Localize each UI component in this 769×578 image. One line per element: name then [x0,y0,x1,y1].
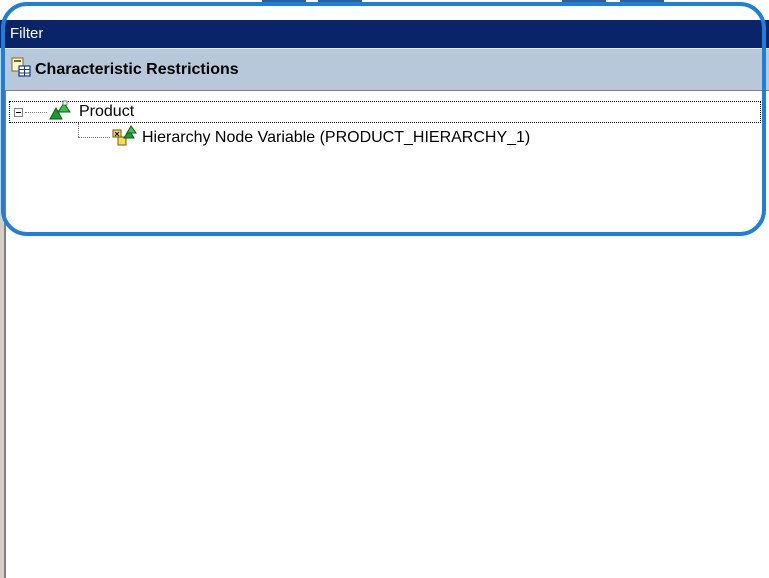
characteristic-restrictions-icon [11,57,31,82]
filter-panel: Filter Characteristic Restrictions Produ… [0,20,769,578]
collapse-toggle-icon[interactable] [14,107,23,117]
toolbar-button[interactable] [562,0,606,5]
panel-title: Filter [0,20,769,48]
section-title: Characteristic Restrictions [35,60,239,78]
restrictions-tree[interactable]: Product Hierarchy Node Variable (PRODUCT… [5,90,769,578]
toolbar-button[interactable] [620,0,664,5]
characteristic-hierarchy-icon [49,100,73,125]
toolbar-strip [0,0,769,20]
tree-connector [78,123,79,137]
tree-node-product[interactable]: Product [9,100,761,125]
toolbar-button[interactable] [318,0,362,5]
tree-connector [78,137,110,138]
tree-node-hierarchy-variable[interactable]: Hierarchy Node Variable (PRODUCT_HIERARC… [112,124,531,152]
tree-connector [25,111,47,113]
toolbar-button[interactable] [262,0,306,5]
tree-node-label: Product [79,103,135,120]
hierarchy-node-variable-icon [112,124,138,152]
section-header: Characteristic Restrictions [5,48,769,90]
tree-node-label: Hierarchy Node Variable (PRODUCT_HIERARC… [142,129,531,146]
